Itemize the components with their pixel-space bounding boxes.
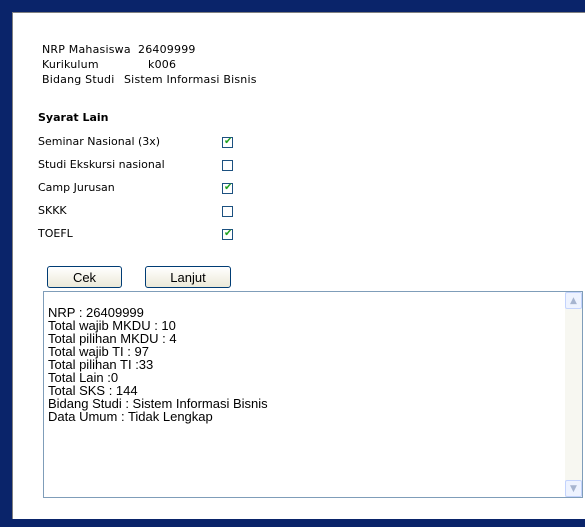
check-icon: ✔ xyxy=(224,228,233,239)
nrp-label: NRP Mahasiswa xyxy=(42,43,131,56)
vertical-scrollbar[interactable]: ▲ ▼ xyxy=(565,292,582,497)
window-bottom-border xyxy=(0,519,585,527)
ekskursi-checkbox[interactable] xyxy=(222,160,233,171)
window-title-bar xyxy=(0,0,585,12)
window-left-border xyxy=(0,0,12,527)
result-textarea[interactable]: NRP : 26409999 Total wajib MKDU : 10 Total… xyxy=(43,291,583,498)
seminar-checkbox[interactable]: ✔ xyxy=(222,136,233,148)
bidang-studi-value: Sistem Informasi Bisnis xyxy=(124,73,257,86)
kurikulum-value: k006 xyxy=(148,58,177,71)
arrow-down-icon[interactable]: ▼ xyxy=(565,480,582,497)
kurikulum-label: Kurikulum xyxy=(42,58,99,71)
check-icon: ✔ xyxy=(224,136,233,147)
syarat-lain-heading: Syarat Lain xyxy=(38,111,109,124)
skkk-checkbox[interactable] xyxy=(222,206,233,217)
cek-button[interactable]: Cek xyxy=(47,266,122,288)
nrp-value: 26409999 xyxy=(138,43,196,56)
req-label-camp: Camp Jurusan xyxy=(38,181,115,194)
check-icon: ✔ xyxy=(224,182,233,193)
result-text: NRP : 26409999 Total wajib MKDU : 10 Total… xyxy=(48,293,268,423)
arrow-up-icon[interactable]: ▲ xyxy=(565,292,582,309)
req-label-seminar: Seminar Nasional (3x) xyxy=(38,135,161,148)
camp-checkbox[interactable]: ✔ xyxy=(222,182,233,194)
lanjut-button[interactable]: Lanjut xyxy=(145,266,231,288)
req-label-ekskursi: Studi Ekskursi nasional xyxy=(38,158,165,171)
bidang-studi-label: Bidang Studi xyxy=(42,73,115,86)
req-label-toefl: TOEFL xyxy=(38,227,73,240)
req-label-skkk: SKKK xyxy=(38,204,67,217)
toefl-checkbox[interactable]: ✔ xyxy=(222,228,233,240)
result-line-data-umum: Data Umum : Tidak Lengkap xyxy=(48,409,213,424)
